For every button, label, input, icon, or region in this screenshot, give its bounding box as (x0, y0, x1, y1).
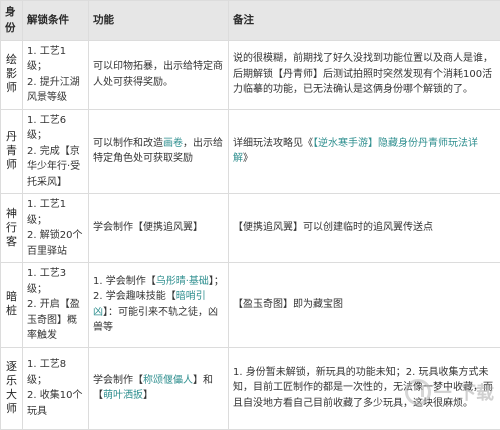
table-row: 逐乐大师1. 工艺8级；2. 收集10个玩具学会制作【称颂偃儡人】和【萌叶洒扳】… (1, 347, 500, 429)
func-text: 学会制作【 (93, 375, 143, 386)
condition-line: 2. 收集10个玩具 (27, 388, 84, 419)
condition-line: 1. 工艺8级； (27, 357, 84, 388)
note-line: 1. 身份暂未解锁，新玩具的功能未知；2. 玩具收集方式未知，目前工匠制作的都是… (233, 365, 496, 412)
header-function: 功能 (89, 1, 229, 41)
cell-function: 可以制作和改造画卷，出示给特定角色处可获取奖励 (89, 109, 229, 194)
role-name: 暗桩 (6, 290, 18, 318)
cell-role: 暗桩 (1, 263, 23, 348)
func-link[interactable]: 画卷 (163, 138, 183, 149)
func-text: 】：可能引来不轨之徒，凶兽等 (93, 307, 218, 334)
cell-function: 学会制作【称颂偃儡人】和【萌叶洒扳】 (89, 347, 229, 429)
role-name: 神行客 (6, 207, 18, 249)
func-link[interactable]: 称颂偃儡人 (143, 375, 193, 386)
header-condition: 解锁条件 (23, 1, 89, 41)
func-line: 可以印物拓暴，出示给特定商人处可获得奖励。 (93, 59, 224, 90)
func-text: 】； (209, 276, 224, 287)
cell-role: 逐乐大师 (1, 347, 23, 429)
note-text: 【盈玉奇图】即为藏宝图 (233, 299, 343, 310)
func-line: 可以制作和改造画卷，出示给特定角色处可获取奖励 (93, 136, 224, 167)
header-role: 身份 (1, 1, 23, 41)
note-text: 》 (243, 153, 253, 164)
note-line: 说的很模糊，前期找了好久没找到功能位置以及商人是谁，后期解锁【丹青师】后测试拍照… (233, 51, 496, 98)
cell-note: 详细玩法攻略见《【逆水寒手游】隐藏身份丹青师玩法详解》 (229, 109, 500, 194)
func-line: 学会制作【便携追风翼】 (93, 220, 224, 236)
func-line: 学会制作【称颂偃儡人】和【萌叶洒扳】 (93, 373, 224, 404)
note-line: 【便携追风翼】可以创建临时的追风翼传送点 (233, 220, 496, 236)
condition-line: 2. 解锁20个百里驿站 (27, 228, 84, 259)
header-row: 身份 解锁条件 功能 备注 (1, 1, 500, 41)
condition-line: 1. 工艺1级； (27, 197, 84, 228)
cell-condition: 1. 工艺6级；2. 完成【京华少年行·受托采风】 (23, 109, 89, 194)
cell-condition: 1. 工艺8级；2. 收集10个玩具 (23, 347, 89, 429)
func-text: 2. 学会趣味技能【 (93, 291, 176, 302)
note-line: 详细玩法攻略见《【逆水寒手游】隐藏身份丹青师玩法详解》 (233, 136, 496, 167)
cell-role: 神行客 (1, 194, 23, 263)
cell-note: 说的很模糊，前期找了好久没找到功能位置以及商人是谁，后期解锁【丹青师】后测试拍照… (229, 40, 500, 109)
note-line: 【盈玉奇图】即为藏宝图 (233, 297, 496, 313)
role-name: 绘影师 (6, 53, 18, 95)
cell-function: 可以印物拓暴，出示给特定商人处可获得奖励。 (89, 40, 229, 109)
func-link[interactable]: 萌叶洒扳 (103, 390, 143, 401)
table-row: 神行客 1. 工艺1级；2. 解锁20个百里驿站学会制作【便携追风翼】 【便携追风翼… (1, 194, 500, 263)
func-text: 可以印物拓暴，出示给特定商人处可获得奖励。 (93, 61, 223, 88)
func-text: 学会制作【便携追风翼】 (93, 222, 203, 233)
condition-line: 1. 工艺1级； (27, 44, 84, 75)
table-body: 绘影师1. 工艺1级；2. 提升江湖风景等级可以印物拓暴，出示给特定商人处可获得… (1, 40, 500, 429)
note-text: 详细玩法攻略见《 (233, 138, 313, 149)
cell-condition: 1. 工艺1级；2. 提升江湖风景等级 (23, 40, 89, 109)
condition-line: 1. 工艺6级； (27, 113, 84, 144)
func-text: 】 (143, 390, 153, 401)
cell-function: 1. 学会制作【乌彤晴·基础】；2. 学会趣味技能【暗哨引凶】：可能引来不轨之徒… (89, 263, 229, 348)
note-text: 说的很模糊，前期找了好久没找到功能位置以及商人是谁，后期解锁【丹青师】后测试拍照… (233, 53, 493, 95)
table-row: 丹青师 1. 工艺6级；2. 完成【京华少年行·受托采风】可以制作和改造画卷，出示… (1, 109, 500, 194)
cell-role: 丹青师 (1, 109, 23, 194)
cell-function: 学会制作【便携追风翼】 (89, 194, 229, 263)
func-line: 1. 学会制作【乌彤晴·基础】； (93, 274, 224, 290)
cell-condition: 1. 工艺3级；2. 开启【盈玉奇图】概率触发 (23, 263, 89, 348)
condition-line: 2. 提升江湖风景等级 (27, 75, 84, 106)
header-note: 备注 (229, 1, 500, 41)
cell-condition: 1. 工艺1级；2. 解锁20个百里驿站 (23, 194, 89, 263)
func-link[interactable]: 乌彤晴·基础 (156, 276, 209, 287)
cell-note: 【便携追风翼】可以创建临时的追风翼传送点 (229, 194, 500, 263)
cell-note: 1. 身份暂未解锁，新玩具的功能未知；2. 玩具收集方式未知，目前工匠制作的都是… (229, 347, 500, 429)
func-text: 1. 学会制作【 (93, 276, 156, 287)
condition-line: 1. 工艺3级； (27, 266, 84, 297)
table-row: 绘影师 1. 工艺1级；2. 提升江湖风景等级可以印物拓暴，出示给特定商人处可获得… (1, 40, 500, 109)
role-name: 丹青师 (6, 130, 18, 172)
unlock-table: 身份 解锁条件 功能 备注 绘影师1. 工艺1级；2. 提升江湖风景等级可以印物… (0, 0, 500, 430)
condition-line: 2. 开启【盈玉奇图】概率触发 (27, 297, 84, 344)
cell-role: 绘影师 (1, 40, 23, 109)
note-text: 【便携追风翼】可以创建临时的追风翼传送点 (233, 222, 433, 233)
func-text: 可以制作和改造 (93, 138, 163, 149)
note-text: 1. 身份暂未解锁，新玩具的功能未知；2. 玩具收集方式未知，目前工匠制作的都是… (233, 367, 493, 409)
condition-line: 2. 完成【京华少年行·受托采风】 (27, 144, 84, 191)
role-name: 逐乐大师 (6, 360, 18, 416)
cell-note: 【盈玉奇图】即为藏宝图 (229, 263, 500, 348)
table-row: 暗桩1. 工艺3级；2. 开启【盈玉奇图】概率触发1. 学会制作【乌彤晴·基础】… (1, 263, 500, 348)
func-line: 2. 学会趣味技能【暗哨引凶】：可能引来不轨之徒，凶兽等 (93, 289, 224, 336)
